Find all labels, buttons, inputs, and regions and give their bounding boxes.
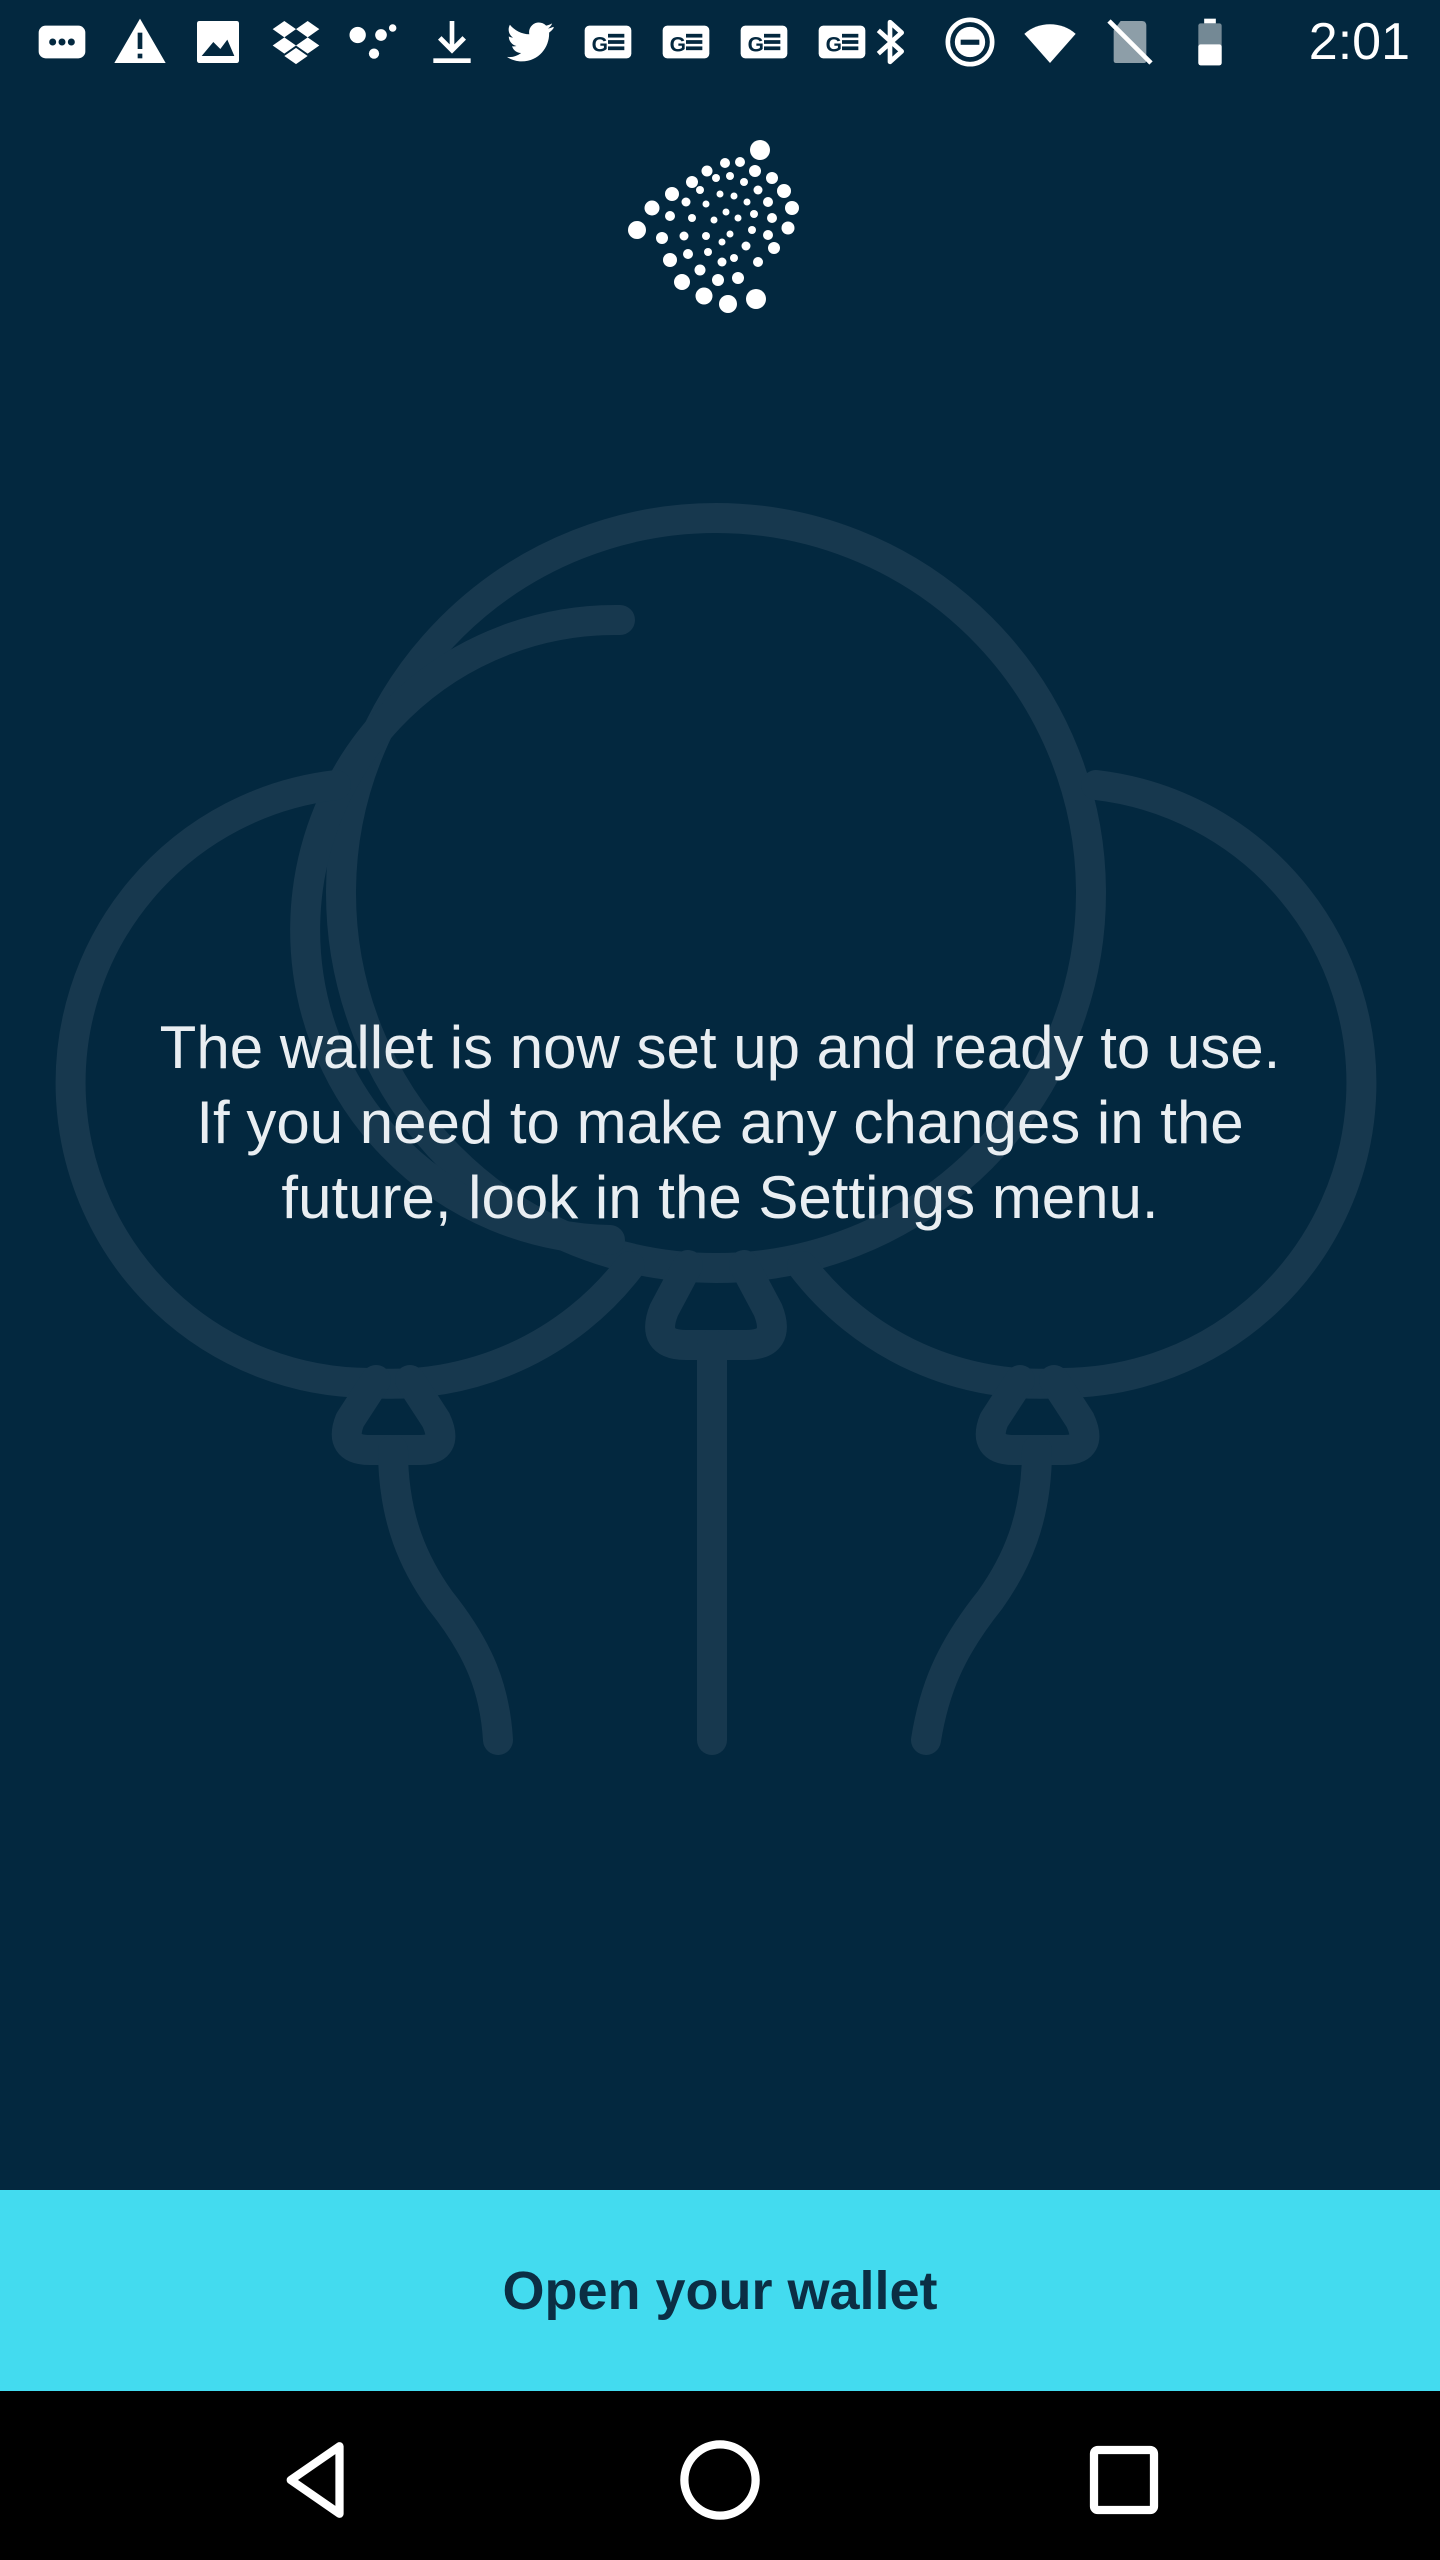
dropbox-icon bbox=[264, 12, 328, 72]
svg-text:G: G bbox=[748, 33, 764, 56]
download-icon bbox=[420, 12, 484, 72]
right-balloon-string bbox=[911, 1435, 1052, 1755]
ge-icon: G bbox=[654, 12, 718, 72]
svg-text:G: G bbox=[592, 33, 608, 56]
svg-text:G: G bbox=[826, 33, 842, 56]
setup-complete-message: The wallet is now set up and ready to us… bbox=[159, 1014, 1281, 1231]
message-icon bbox=[30, 12, 94, 72]
bluetooth-icon bbox=[858, 12, 922, 72]
clock: 2:01 bbox=[1308, 13, 1410, 71]
battery-icon bbox=[1178, 12, 1242, 72]
navigation-bar bbox=[0, 2391, 1440, 2560]
ge-icon: G bbox=[576, 12, 640, 72]
image-icon bbox=[186, 12, 250, 72]
system-icons bbox=[858, 12, 1242, 72]
recents-icon[interactable] bbox=[1069, 2425, 1179, 2535]
dots-icon bbox=[342, 12, 406, 72]
home-icon[interactable] bbox=[665, 2425, 775, 2535]
notification-icons: G G G G bbox=[30, 12, 874, 72]
svg-text:G: G bbox=[670, 33, 686, 56]
iota-logo bbox=[628, 140, 799, 313]
back-icon[interactable] bbox=[262, 2425, 372, 2535]
open-wallet-label: Open your wallet bbox=[502, 2260, 938, 2321]
ge-icon: G bbox=[732, 12, 796, 72]
warning-icon bbox=[108, 12, 172, 72]
do-not-disturb-icon bbox=[938, 12, 1002, 72]
status-bar: G G G G 2:01 bbox=[0, 0, 1440, 84]
open-wallet-button[interactable]: Open your wallet bbox=[0, 2190, 1440, 2391]
no-sim-icon bbox=[1098, 12, 1162, 72]
twitter-icon bbox=[498, 12, 562, 72]
left-balloon-string bbox=[378, 1435, 513, 1755]
wifi-icon bbox=[1018, 12, 1082, 72]
